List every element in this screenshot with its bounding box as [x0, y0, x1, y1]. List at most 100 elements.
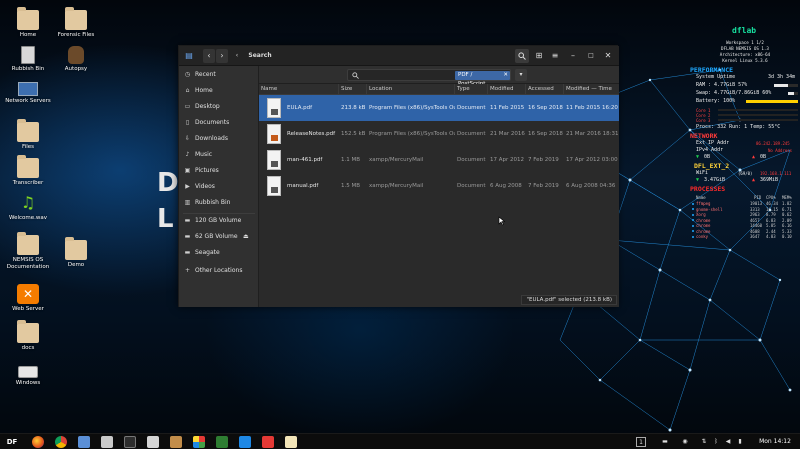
- files-icon[interactable]: [78, 436, 90, 448]
- desktop-icon-welcome-wav[interactable]: ♫ Welcome.wav: [0, 193, 56, 222]
- desktop-icon-demo[interactable]: Demo: [48, 237, 104, 269]
- search-button[interactable]: [515, 49, 529, 63]
- filter-chip[interactable]: PDF / PostScript ✕: [455, 71, 510, 87]
- app-icon[interactable]: [216, 436, 228, 448]
- wifi-address: 192.168.1.111: [760, 171, 792, 176]
- column-name[interactable]: Name: [259, 84, 339, 95]
- sidebar-item-label: Documents: [195, 119, 230, 126]
- file-row[interactable]: ReleaseNotes.pdf 152.5 kB Program Files …: [259, 121, 619, 147]
- start-menu-button[interactable]: DF: [4, 437, 20, 447]
- drive-icon: [18, 366, 38, 378]
- downloads-icon: ⇩: [184, 135, 191, 142]
- archive-icon[interactable]: [170, 436, 182, 448]
- conky-info-line: Architecture: x86-64: [719, 52, 771, 57]
- proc-name: conky: [696, 234, 709, 239]
- close-button[interactable]: ✕: [602, 49, 614, 63]
- battery-icon[interactable]: ▮: [736, 437, 744, 447]
- sidebar-item-seagate[interactable]: ▬ Seagate: [179, 246, 259, 260]
- desktop-icon-web-server[interactable]: ✕ Web Server: [0, 284, 56, 313]
- camera-icon[interactable]: ◉: [680, 437, 690, 447]
- proc-cpu: 5.85: [766, 223, 776, 228]
- show-desktop-icon[interactable]: ▬: [660, 437, 670, 447]
- desktop-icon-forensic-files[interactable]: Forensic Files: [48, 7, 104, 39]
- clipboard-icon[interactable]: [101, 436, 113, 448]
- file-modified-time: 6 Aug 2008 04:36: [566, 183, 616, 189]
- clock[interactable]: Mon 14:12: [754, 437, 796, 447]
- bluetooth-icon[interactable]: ᛒ: [712, 437, 720, 447]
- sidebar-item-downloads[interactable]: ⇩ Downloads: [179, 132, 259, 146]
- volume-icon[interactable]: ◀: [724, 437, 732, 447]
- desktop-icon-network-servers[interactable]: Network Servers: [0, 82, 56, 105]
- printer-icon[interactable]: [147, 436, 159, 448]
- back-button[interactable]: ‹: [203, 49, 215, 63]
- conky-battery: Battery: 100%: [696, 98, 736, 104]
- sidebar-item-videos[interactable]: ▶ Videos: [179, 180, 259, 194]
- rubik-cube-icon[interactable]: [193, 436, 205, 448]
- file-accessed: 7 Feb 2019: [528, 157, 559, 163]
- close-icon[interactable]: ✕: [503, 71, 508, 80]
- column-accessed[interactable]: Accessed: [526, 84, 564, 95]
- column-location[interactable]: Location: [367, 84, 455, 95]
- window-header: ▤ ‹ › ‹ Search ⊞ ≡ – □ ✕: [179, 46, 619, 66]
- file-row[interactable]: man-461.pdf 1.1 MB xampp/MercuryMail Doc…: [259, 147, 619, 173]
- arrow-up-icon: ▲: [752, 154, 756, 160]
- proc-cpu: 14.15: [766, 206, 779, 212]
- maximize-button[interactable]: □: [585, 49, 597, 63]
- column-modified-time[interactable]: Modified — Time: [564, 84, 619, 95]
- sidebar-item-rubbish-bin[interactable]: ▥ Rubbish Bin: [179, 196, 259, 210]
- folder-icon: [17, 7, 39, 30]
- file-modified: 21 Mar 2016: [490, 131, 525, 137]
- file-row[interactable]: EULA.pdf 213.8 kB Program Files (x86)/Sy…: [259, 95, 619, 121]
- sidebar-item-home[interactable]: ⌂ Home: [179, 84, 259, 98]
- dice-icon[interactable]: [262, 436, 274, 448]
- desktop-icon-transcriber[interactable]: Transcriber: [0, 155, 56, 187]
- network-status-icon[interactable]: ⇅: [700, 437, 708, 447]
- firefox-icon[interactable]: [32, 436, 44, 448]
- column-size[interactable]: Size: [339, 84, 367, 95]
- ram-bar: [774, 84, 798, 87]
- column-type[interactable]: Type: [455, 84, 488, 95]
- ram-bar-fill: [774, 84, 788, 87]
- arrow-up-icon: ▲: [752, 177, 756, 183]
- forward-button[interactable]: ›: [216, 49, 228, 63]
- file-row[interactable]: manual.pdf 1.5 MB xampp/MercuryMail Docu…: [259, 173, 619, 199]
- sidebar-item-120gb-volume[interactable]: ▬ 120 GB Volume: [179, 214, 259, 228]
- file-modified-time: 21 Mar 2016 18:31: [566, 131, 619, 137]
- sidebar-item-recent[interactable]: ◷ Recent: [179, 68, 259, 82]
- view-grid-button[interactable]: ⊞: [533, 49, 545, 63]
- conky-swap: Swap: 4.77GiB/7.86GiB 60%: [696, 90, 772, 96]
- proc-mem: 5.33: [782, 228, 792, 234]
- swap-bar-fill: [788, 92, 794, 95]
- sidebar-item-62gb-volume[interactable]: ▬ 62 GB Volume ⏏: [179, 230, 259, 244]
- file-location: Program Files (x86)/SysTools Ou: [369, 131, 455, 137]
- app-icon: ▤: [185, 51, 193, 60]
- notes-icon[interactable]: [285, 436, 297, 448]
- vscode-icon[interactable]: [239, 436, 251, 448]
- menu-button[interactable]: ≡: [549, 49, 561, 63]
- sidebar-item-other-locations[interactable]: + Other Locations: [179, 264, 259, 278]
- path-left-arrow[interactable]: ‹: [233, 49, 241, 63]
- file-location: xampp/MercuryMail: [369, 157, 424, 163]
- desktop-icon-files[interactable]: Files: [0, 119, 56, 151]
- desktop-icon-docs[interactable]: docs: [0, 320, 56, 352]
- conky-wifi-heading: DFL_EXT_2: [694, 162, 730, 170]
- file-location: Program Files (x86)/SysTools Ou: [369, 105, 455, 111]
- eject-icon[interactable]: ⏏: [243, 230, 249, 244]
- chrome-icon[interactable]: [55, 436, 67, 448]
- sidebar-item-pictures[interactable]: ▣ Pictures: [179, 164, 259, 178]
- column-modified[interactable]: Modified: [488, 84, 526, 95]
- filter-dropdown-button[interactable]: ▾: [515, 69, 527, 81]
- search-field[interactable]: PDF / PostScript ✕: [347, 69, 511, 87]
- sidebar-item-desktop[interactable]: ▭ Desktop: [179, 100, 259, 114]
- desktop-icon-autopsy[interactable]: Autopsy: [48, 46, 104, 73]
- sidebar-item-documents[interactable]: ▯ Documents: [179, 116, 259, 130]
- sidebar-item-music[interactable]: ♪ Music: [179, 148, 259, 162]
- conky-network-heading: NETWORK: [690, 132, 718, 140]
- folder-icon: [65, 237, 87, 260]
- terminal-icon[interactable]: [124, 436, 136, 448]
- workspace-indicator[interactable]: 1: [636, 437, 646, 447]
- desktop-icon-windows[interactable]: Windows: [0, 360, 56, 387]
- proc-col-pid: PID: [754, 195, 762, 200]
- net-up-value: 0B: [760, 154, 767, 160]
- minimize-button[interactable]: –: [567, 49, 579, 63]
